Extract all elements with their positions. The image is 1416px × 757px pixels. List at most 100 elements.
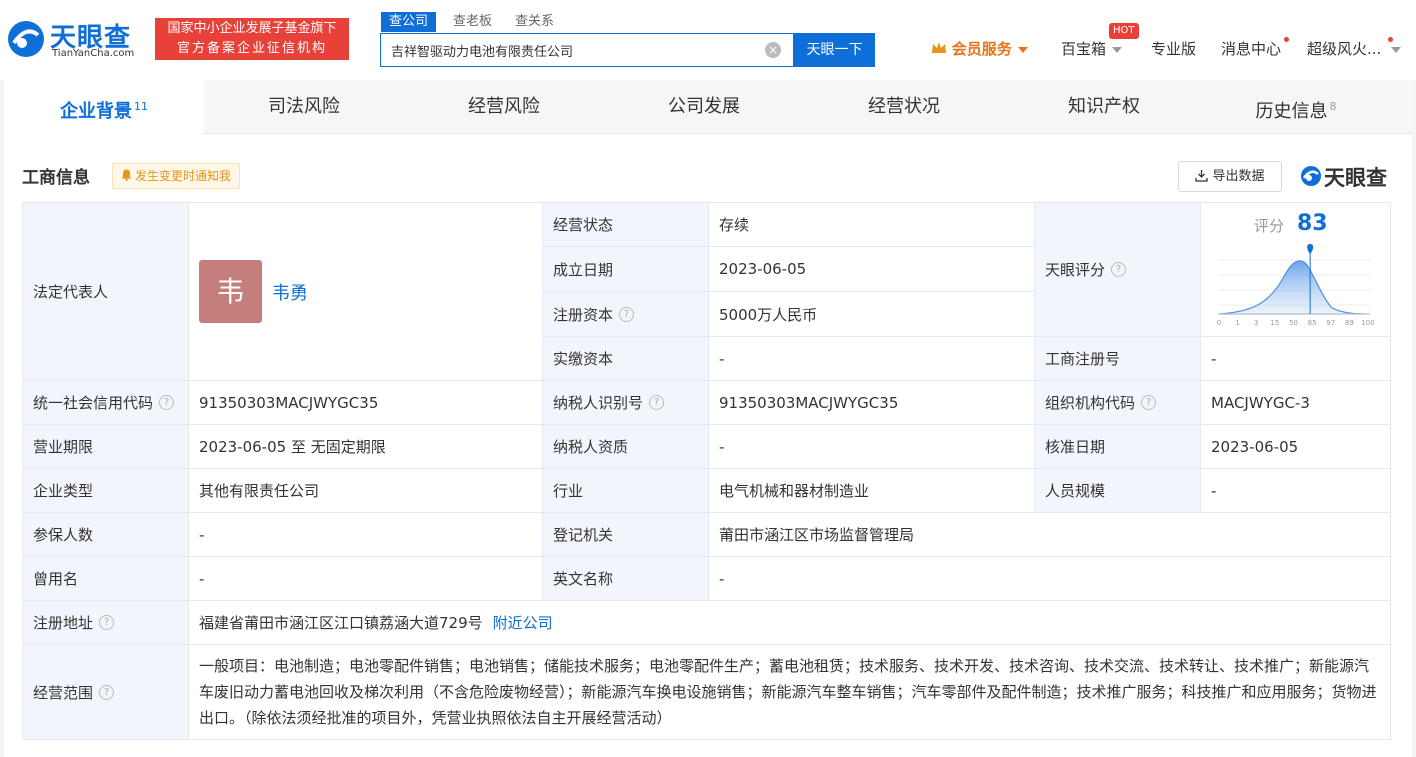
taxpayer-id-label-text: 纳税人识别号	[553, 394, 644, 412]
tab-label: 企业背景	[60, 101, 132, 122]
reg-number-value: -	[1201, 337, 1391, 381]
org-code-label: 组织机构代码?	[1035, 381, 1201, 425]
registration-authority-value: 莆田市涵江区市场监督管理局	[709, 513, 1391, 557]
toolbox-menu[interactable]: 百宝箱	[1061, 38, 1123, 59]
official-badge: 国家中小企业发展子基金旗下 官方备案企业征信机构	[155, 18, 349, 60]
help-icon[interactable]: ?	[649, 395, 665, 410]
registered-capital-value: 5000万人民币	[709, 292, 1035, 337]
score-distribution-chart: 0 1 3 15 50 85 97 89 100	[1217, 244, 1374, 327]
score-tick-label: 3	[1254, 319, 1258, 327]
tab-count: 8	[1329, 100, 1337, 113]
user-menu[interactable]: 超级风火...	[1307, 38, 1381, 59]
badge-line-2: 官方备案企业征信机构	[176, 41, 327, 56]
chevron-down-icon[interactable]	[1391, 47, 1401, 53]
tab-judicial-risk[interactable]: 司法风险	[204, 80, 404, 134]
status-value: 存续	[709, 203, 1035, 247]
industry-value: 电气机械和器材制造业	[709, 469, 1035, 513]
status-label: 经营状态	[543, 203, 709, 247]
english-name-label: 英文名称	[543, 557, 709, 601]
approval-date-label: 核准日期	[1035, 425, 1201, 469]
location-pin-icon	[1307, 244, 1314, 254]
hot-badge: HOT	[1109, 23, 1139, 39]
tianyancha-logo-icon	[8, 21, 44, 57]
badge-line-1: 国家中小企业发展子基金旗下	[167, 21, 337, 36]
help-icon[interactable]: ?	[1111, 262, 1127, 277]
tianyan-score-label: 天眼评分?	[1035, 203, 1201, 337]
address-label-text: 注册地址	[33, 614, 94, 632]
user-name: 超级风火...	[1307, 40, 1382, 58]
change-notify-button[interactable]: 发生变更时通知我	[112, 163, 241, 189]
company-type-label: 企业类型	[23, 469, 189, 513]
score-tick-label: 15	[1270, 319, 1279, 327]
search-input[interactable]	[381, 34, 761, 66]
chevron-down-icon	[1112, 46, 1123, 53]
export-data-button[interactable]: 导出数据	[1178, 161, 1282, 192]
notify-label: 发生变更时通知我	[135, 169, 232, 183]
credit-code-value: 91350303MACJWYGC35	[189, 381, 543, 425]
approval-date-value: 2023-06-05	[1201, 425, 1391, 469]
industry-label: 行业	[543, 469, 709, 513]
help-icon[interactable]: ?	[619, 306, 635, 322]
reg-number-label: 工商注册号	[1035, 337, 1201, 381]
org-code-label-text: 组织机构代码	[1045, 394, 1136, 412]
address-value: 福建省莆田市涵江区江口镇荔涵大道729号	[199, 614, 483, 632]
tab-label: 知识产权	[1068, 96, 1140, 117]
former-name-value: -	[189, 557, 543, 601]
score-tick-label: 89	[1345, 319, 1354, 327]
pro-version-link[interactable]: 专业版	[1151, 38, 1196, 59]
bell-icon	[121, 169, 132, 181]
score-tick-label: 85	[1308, 319, 1317, 327]
tianyancha-watermark-logo: 天眼查	[1300, 162, 1392, 190]
clear-icon[interactable]: ×	[765, 42, 781, 58]
business-info-table: 法定代表人 韦 韦勇 经营状态 存续 成立日期 2023-06-05 注册资本?…	[22, 202, 1391, 740]
help-icon[interactable]: ?	[1141, 395, 1157, 410]
search-button[interactable]: 天眼一下	[794, 33, 875, 67]
help-icon[interactable]: ?	[99, 684, 115, 700]
nearby-companies-link[interactable]: 附近公司	[493, 612, 553, 633]
vip-service-menu[interactable]: 会员服务	[931, 38, 1028, 59]
business-term-label: 营业期限	[23, 425, 189, 469]
score-tick-label: 0	[1217, 319, 1221, 327]
company-type-value: 其他有限责任公司	[189, 469, 543, 513]
avatar[interactable]: 韦	[199, 260, 262, 323]
export-label: 导出数据	[1212, 169, 1265, 184]
registered-capital-label-text: 注册资本	[553, 305, 614, 324]
distribution-curve	[1217, 260, 1371, 315]
tab-company-development[interactable]: 公司发展	[604, 80, 804, 134]
search-tab-company[interactable]: 查公司	[381, 12, 437, 32]
vip-label: 会员服务	[951, 40, 1012, 58]
toolbox-label: 百宝箱	[1061, 40, 1107, 58]
tab-label: 经营状况	[868, 96, 940, 117]
help-icon[interactable]: ?	[99, 615, 115, 630]
score-tick-label: 100	[1361, 319, 1374, 327]
found-date-value: 2023-06-05	[709, 247, 1035, 292]
tab-enterprise-background[interactable]: 企业背景 11	[4, 80, 204, 134]
business-scope-cell: 一般项目：电池制造；电池零配件销售；电池销售；储能技术服务；电池零配件生产；蓄电…	[189, 645, 1391, 740]
staff-size-label: 人员规模	[1035, 469, 1201, 513]
score-ticks: 0 1 3 15 50 85 97 89 100	[1217, 319, 1374, 327]
search-box: ×	[380, 33, 794, 67]
search-tab-relation[interactable]: 查关系	[515, 12, 554, 32]
tab-label: 经营风险	[468, 96, 540, 117]
tab-operation-risk[interactable]: 经营风险	[404, 80, 604, 134]
insured-count-label: 参保人数	[23, 513, 189, 557]
tab-history[interactable]: 历史信息 8	[1196, 80, 1396, 134]
tab-operation-status[interactable]: 经营状况	[804, 80, 1004, 134]
tab-intellectual-property[interactable]: 知识产权	[1004, 80, 1204, 134]
search-tab-boss[interactable]: 查老板	[453, 12, 492, 32]
credit-code-label-text: 统一社会信用代码	[33, 394, 154, 412]
org-code-value: MACJWYGC-3	[1201, 381, 1391, 425]
business-scope-value: 一般项目：电池制造；电池零配件销售；电池销售；储能技术服务；电池零配件生产；蓄电…	[199, 657, 1377, 727]
registered-capital-label: 注册资本?	[543, 292, 709, 337]
legal-rep-label: 法定代表人	[23, 203, 189, 381]
tianyancha-logo[interactable]: 天眼查 TianYanCha.com	[6, 17, 146, 65]
credit-code-label: 统一社会信用代码?	[23, 381, 189, 425]
user-dot-badge	[1388, 37, 1393, 42]
help-icon[interactable]: ?	[159, 395, 175, 410]
legal-rep-name-link[interactable]: 韦勇	[272, 279, 308, 305]
message-center-link[interactable]: 消息中心	[1221, 38, 1281, 59]
score-tick-label: 50	[1289, 319, 1298, 327]
business-term-value: 2023-06-05 至 无固定期限	[189, 425, 543, 469]
brand-text: 天眼查	[1324, 166, 1387, 190]
taxpayer-qualification-label: 纳税人资质	[543, 425, 709, 469]
